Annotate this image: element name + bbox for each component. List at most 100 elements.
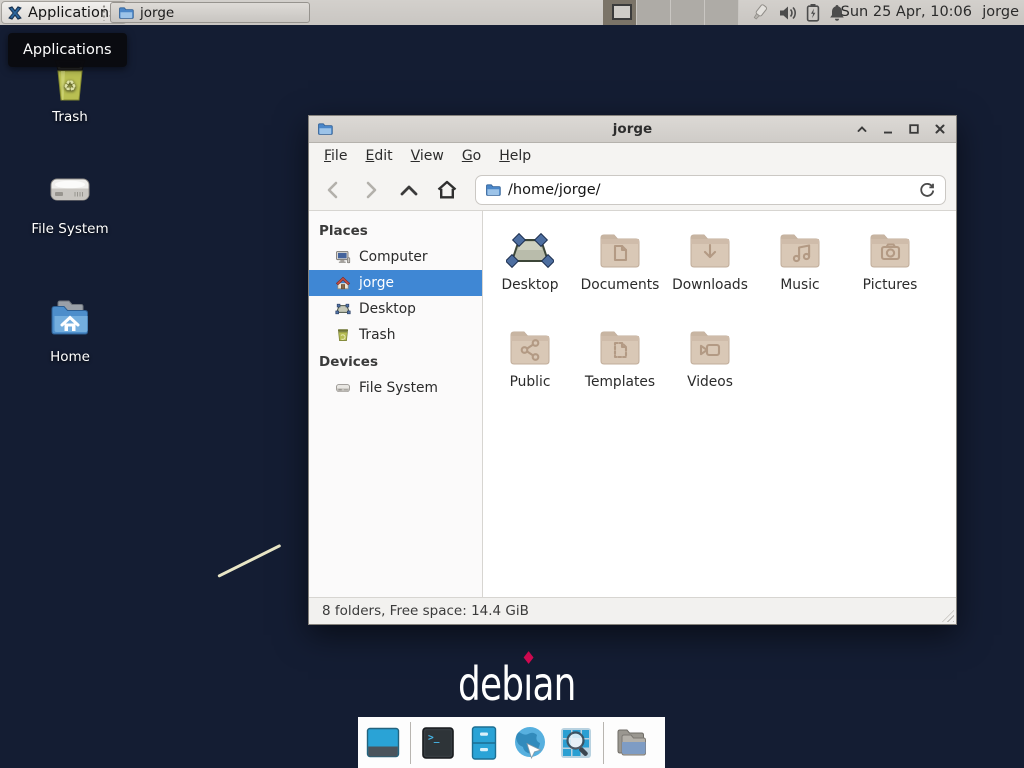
dock-separator bbox=[410, 722, 411, 764]
file-cabinet-icon bbox=[465, 724, 503, 762]
file-item-templates[interactable]: Templates bbox=[575, 322, 665, 419]
dock-item-file-cabinet[interactable] bbox=[465, 724, 503, 762]
file-item-music[interactable]: Music bbox=[755, 225, 845, 322]
directory-menu-icon bbox=[612, 724, 650, 762]
forward-button[interactable] bbox=[357, 176, 384, 203]
close-button[interactable] bbox=[931, 121, 948, 138]
svg-text:>_: >_ bbox=[428, 732, 440, 743]
panel-handle[interactable] bbox=[102, 4, 107, 21]
file-item-label: Documents bbox=[575, 277, 665, 293]
folder-video-icon bbox=[665, 322, 755, 370]
shade-button[interactable] bbox=[853, 121, 870, 138]
sidebar-item-desktop[interactable]: Desktop bbox=[309, 296, 482, 322]
home-icon bbox=[335, 275, 351, 291]
file-item-videos[interactable]: Videos bbox=[665, 322, 755, 419]
status-bar: 8 folders, Free space: 14.4 GiB bbox=[309, 597, 956, 624]
panel-user-label[interactable]: jorge bbox=[982, 0, 1019, 25]
window-folder-icon bbox=[118, 5, 134, 21]
window-titlebar[interactable]: jorge bbox=[309, 116, 956, 143]
tray-volume-icon[interactable] bbox=[778, 4, 798, 22]
menu-view[interactable]: View bbox=[402, 145, 453, 167]
menu-go[interactable]: Go bbox=[453, 145, 490, 167]
web-browser-icon bbox=[511, 724, 549, 762]
sidebar-item-file-system[interactable]: File System bbox=[309, 375, 482, 401]
tooltip-text: Applications bbox=[23, 42, 112, 58]
dock-item-app-finder[interactable] bbox=[557, 724, 595, 762]
dock-separator bbox=[603, 722, 604, 764]
file-item-label: Pictures bbox=[845, 277, 935, 293]
tray-battery-charging-icon[interactable] bbox=[806, 3, 820, 22]
sidebar-item-computer[interactable]: Computer bbox=[309, 244, 482, 270]
reload-icon[interactable] bbox=[918, 181, 936, 199]
file-item-label: Desktop bbox=[485, 277, 575, 293]
workspace-3[interactable] bbox=[671, 0, 705, 25]
back-button[interactable] bbox=[319, 176, 346, 203]
panel-clock[interactable]: Sun 25 Apr, 10:06 bbox=[841, 0, 972, 25]
file-item-downloads[interactable]: Downloads bbox=[665, 225, 755, 322]
path-bar-input[interactable]: /home/jorge/ bbox=[475, 175, 946, 205]
debian-wallpaper-logo: debıan bbox=[458, 661, 576, 707]
workspace-switcher bbox=[603, 0, 739, 25]
home-button[interactable] bbox=[433, 176, 460, 203]
menu-bar: FileEditViewGoHelp bbox=[309, 143, 956, 169]
menu-edit[interactable]: Edit bbox=[356, 145, 401, 167]
dock-item-web-browser[interactable] bbox=[511, 724, 549, 762]
workspace-2[interactable] bbox=[637, 0, 671, 25]
trash-icon bbox=[335, 327, 351, 343]
menu-help[interactable]: Help bbox=[490, 145, 540, 167]
desktop-icon bbox=[335, 301, 351, 317]
file-item-label: Public bbox=[485, 374, 575, 390]
sidebar-item-jorge[interactable]: jorge bbox=[309, 270, 482, 296]
sidebar-item-trash[interactable]: Trash bbox=[309, 322, 482, 348]
desktop-icon-home[interactable]: Home bbox=[25, 296, 115, 365]
desktop-icon-label: File System bbox=[25, 221, 115, 237]
show-desktop-icon bbox=[364, 724, 402, 762]
system-tray bbox=[748, 0, 846, 25]
computer-icon bbox=[335, 249, 351, 265]
folder-download-icon bbox=[665, 225, 755, 273]
file-item-public[interactable]: Public bbox=[485, 322, 575, 419]
drive-icon bbox=[25, 168, 115, 214]
terminal-icon: >_ bbox=[419, 724, 457, 762]
sidebar-item-label: Computer bbox=[359, 249, 428, 265]
taskbar-window-button[interactable]: jorge bbox=[110, 2, 310, 23]
taskbar-window-label: jorge bbox=[140, 5, 174, 21]
tray-stylus-icon[interactable] bbox=[748, 3, 770, 23]
file-item-label: Templates bbox=[575, 374, 665, 390]
desktop-icon-label: Home bbox=[25, 349, 115, 365]
folder-camera-icon bbox=[845, 225, 935, 273]
workspace-4[interactable] bbox=[705, 0, 739, 25]
pager-window-thumb bbox=[612, 4, 632, 20]
up-button[interactable] bbox=[395, 176, 422, 203]
home-icon bbox=[25, 296, 115, 342]
folder-music-icon bbox=[755, 225, 845, 273]
applications-menu-button[interactable]: Applications bbox=[1, 1, 127, 24]
sidebar-item-label: jorge bbox=[359, 275, 394, 291]
dock: >_ bbox=[358, 717, 665, 768]
menu-file[interactable]: File bbox=[315, 145, 356, 167]
file-item-label: Music bbox=[755, 277, 845, 293]
maximize-button[interactable] bbox=[905, 121, 922, 138]
resize-grip[interactable] bbox=[942, 610, 954, 622]
sidebar-item-label: File System bbox=[359, 380, 438, 396]
path-folder-icon bbox=[485, 182, 501, 198]
desktop-special-icon bbox=[485, 225, 575, 273]
svg-text:♻: ♻ bbox=[63, 77, 76, 95]
sidebar-item-label: Trash bbox=[359, 327, 395, 343]
places-sidebar: PlacesComputerjorgeDesktopTrashDevicesFi… bbox=[309, 211, 483, 597]
dock-item-terminal[interactable]: >_ bbox=[419, 724, 457, 762]
file-item-label: Videos bbox=[665, 374, 755, 390]
file-item-documents[interactable]: Documents bbox=[575, 225, 665, 322]
minimize-button[interactable] bbox=[879, 121, 896, 138]
workspace-1[interactable] bbox=[603, 0, 637, 25]
file-item-desktop[interactable]: Desktop bbox=[485, 225, 575, 322]
path-text[interactable]: /home/jorge/ bbox=[508, 182, 911, 198]
desktop-icon-file-system[interactable]: File System bbox=[25, 168, 115, 237]
stray-line-artifact bbox=[217, 544, 281, 578]
dock-item-directory-menu[interactable] bbox=[612, 724, 650, 762]
dock-item-show-desktop[interactable] bbox=[364, 724, 402, 762]
file-item-pictures[interactable]: Pictures bbox=[845, 225, 935, 322]
debian-red-dot bbox=[523, 651, 533, 664]
folder-document-icon bbox=[575, 225, 665, 273]
toolbar: /home/jorge/ bbox=[309, 169, 956, 211]
